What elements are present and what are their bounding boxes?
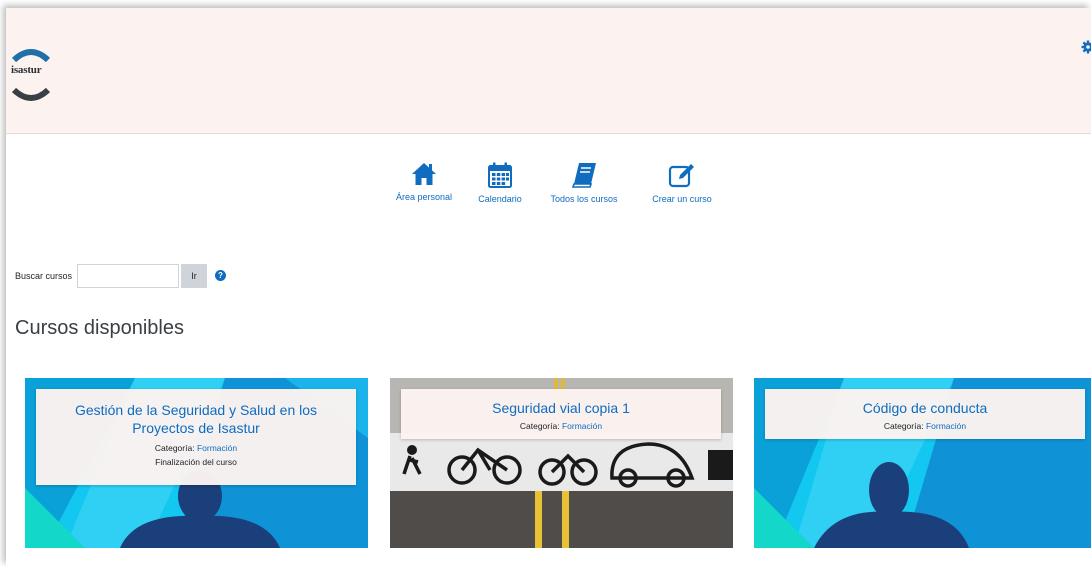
question-circle-icon[interactable]: ?: [215, 270, 226, 281]
nav-crear-un-curso[interactable]: Crear un curso: [646, 162, 718, 204]
logo-text: isastur: [11, 64, 42, 76]
category-label: Categoría:: [154, 443, 195, 453]
isastur-logo[interactable]: isastur: [8, 46, 54, 102]
nav-todos-los-cursos[interactable]: Todos los cursos: [544, 162, 624, 204]
course-info: Seguridad vial copia 1 Categoría: Formac…: [401, 389, 721, 439]
category-link[interactable]: Formación: [562, 421, 602, 431]
course-completion: Finalización del curso: [155, 457, 237, 467]
nav-label-area-personal: Área personal: [395, 192, 453, 202]
search-label: Buscar cursos: [15, 271, 73, 281]
course-title[interactable]: Código de conducta: [765, 399, 1085, 417]
nav-area-personal[interactable]: Área personal: [392, 162, 456, 202]
course-card[interactable]: Gestión de la Seguridad y Salud en los P…: [25, 378, 368, 548]
gear-icon[interactable]: [1081, 40, 1091, 54]
search-go-button[interactable]: Ir: [181, 264, 207, 288]
nav-label-todos-los-cursos: Todos los cursos: [550, 194, 618, 204]
quick-nav: Área personal Calendario Todos los curso…: [6, 162, 1091, 222]
category-label: Categoría:: [519, 421, 560, 431]
course-category: Categoría: Formación: [765, 421, 1085, 431]
course-info: Gestión de la Seguridad y Salud en los P…: [36, 389, 356, 485]
course-category: Categoría: Formación: [36, 443, 356, 453]
nav-label-calendario: Calendario: [478, 194, 522, 204]
course-card[interactable]: Seguridad vial copia 1 Categoría: Formac…: [390, 378, 733, 548]
section-title: Cursos disponibles: [15, 317, 184, 339]
course-category: Categoría: Formación: [401, 421, 721, 431]
nav-calendario[interactable]: Calendario: [472, 162, 528, 204]
moodle-window: isastur Área personal Calendario Todos l…: [6, 8, 1091, 566]
course-card[interactable]: Código de conducta Categoría: Formación: [754, 378, 1091, 548]
category-link[interactable]: Formación: [926, 421, 966, 431]
course-info: Código de conducta Categoría: Formación: [765, 389, 1085, 439]
calendar-icon: [488, 162, 512, 188]
edit-icon: [668, 164, 694, 188]
course-title[interactable]: Gestión de la Seguridad y Salud en los P…: [36, 401, 356, 437]
site-header: isastur: [6, 8, 1091, 134]
home-icon: [412, 163, 436, 185]
nav-label-crear-un-curso: Crear un curso: [652, 194, 712, 204]
category-label: Categoría:: [883, 421, 924, 431]
course-title[interactable]: Seguridad vial copia 1: [401, 399, 721, 417]
search-input[interactable]: [77, 264, 179, 288]
category-link[interactable]: Formación: [197, 443, 237, 453]
book-icon: [571, 163, 596, 188]
